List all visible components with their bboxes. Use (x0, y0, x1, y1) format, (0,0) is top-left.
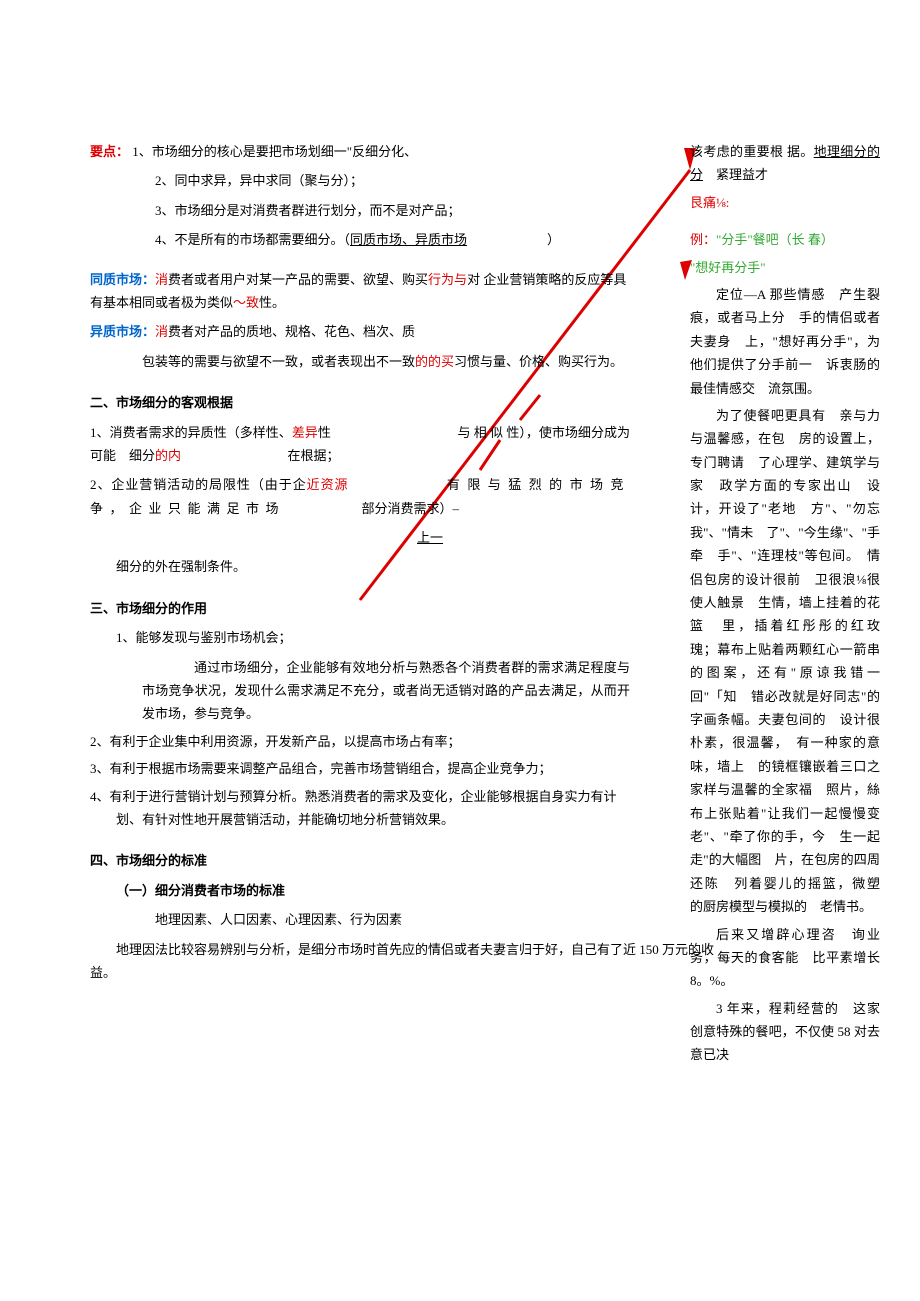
example-quote: "想好再分手" (690, 256, 880, 279)
section-3-title: 三、市场细分的作用 (90, 597, 630, 620)
sec3-3: 3、有利于根据市场需要来调整产品组合，完善市场营销组合，提高企业竞争力； (90, 757, 630, 780)
sec3-1: 1、能够发现与鉴别市场机会； (90, 626, 630, 649)
section-2-title: 二、市场细分的客观根据 (90, 391, 630, 414)
sec2-item2: 2、企业营销活动的局限性（由于企近资源 有限与猛烈的市场竞争，企业只能满足市场 … (90, 473, 630, 520)
example-line: 例："分手"餐吧（长 春） (690, 228, 880, 251)
yizhi-cont: 包装等的需要与欲望不一致，或者表现出不一致的的买习惯与量、价格、购买行为。 (90, 350, 630, 373)
side-p4: 3 年来，程莉经营的 这家创意特殊的餐吧，不仅使 58 对去意已决 (690, 997, 880, 1067)
side-intro: 该考虑的重要根 据。地理细分的分 紧理益才 (690, 140, 880, 187)
side-p2: 为了使餐吧更具有 亲与力与温馨感，在包 房的设置上，专门聘请 了心理学、建筑学与… (690, 404, 880, 919)
sec4-sub: （一）细分消费者市场的标准 (90, 879, 630, 902)
keypoints-label: 要点： (90, 144, 129, 159)
side-intro2: 艮痛⅛: (690, 191, 880, 214)
yizhi-market: 异质市场：消费者对产品的质地、规格、花色、档次、质 (90, 320, 630, 343)
kp2: 2、同中求异，异中求同（聚与分）； (90, 169, 630, 192)
sec2-item1: 1、消费者需求的异质性（多样性、差异性 与 相 似 性），使市场细分成为可能 细… (90, 421, 630, 468)
sec4-items: 地理因素、人口因素、心理因素、行为因素 (90, 908, 630, 931)
keypoints: 要点： 1、市场细分的核心是要把市场划细一"反细分化、 (90, 140, 630, 163)
kp3: 3、市场细分是对消费者群进行划分，而不是对产品； (90, 199, 630, 222)
sec3-4: 4、有利于进行营销计划与预算分析。熟悉消费者的需求及变化，企业能够根据自身实力有… (90, 785, 630, 832)
kp1: 1、市场细分的核心是要把市场划细一"反细分化、 (132, 144, 417, 159)
tongzhi-market: 同质市场：消费者或者用户对某一产品的需要、欲望、购买行为与对 企业营销策略的反应… (90, 268, 630, 315)
section-4-title: 四、市场细分的标准 (90, 849, 630, 872)
main-column: 要点： 1、市场细分的核心是要把市场划细一"反细分化、 2、同中求异，异中求同（… (90, 140, 630, 990)
side-p3: 后来又增辟心理咨 询业务，每天的食客能 比平素增长 8。%。 (690, 923, 880, 993)
kp4: 4、不是所有的市场都需要细分。（同质市场、异质市场） (90, 228, 630, 251)
sec2-item3: 细分的外在强制条件。 (90, 555, 630, 578)
side-column: 该考虑的重要根 据。地理细分的分 紧理益才 艮痛⅛: 例："分手"餐吧（长 春）… (690, 140, 880, 1071)
sec4-body: 地理因法比较容易辨别与分析，是细分市场时首先应的情侣或者夫妻言归于好，自己有了近… (90, 938, 730, 985)
sec2-up: 上一 (230, 526, 630, 549)
side-p1: 定位—A 那些情感 产生裂痕，或者马上分 手的情侣或者夫妻身 上，"想好再分手"… (690, 283, 880, 400)
sec3-2: 2、有利于企业集中利用资源，开发新产品，以提高市场占有率； (90, 730, 630, 753)
sec3-1-body: 通过市场细分，企业能够有效地分析与熟悉各个消费者群的需求满足程度与市场竞争状况，… (90, 656, 630, 726)
